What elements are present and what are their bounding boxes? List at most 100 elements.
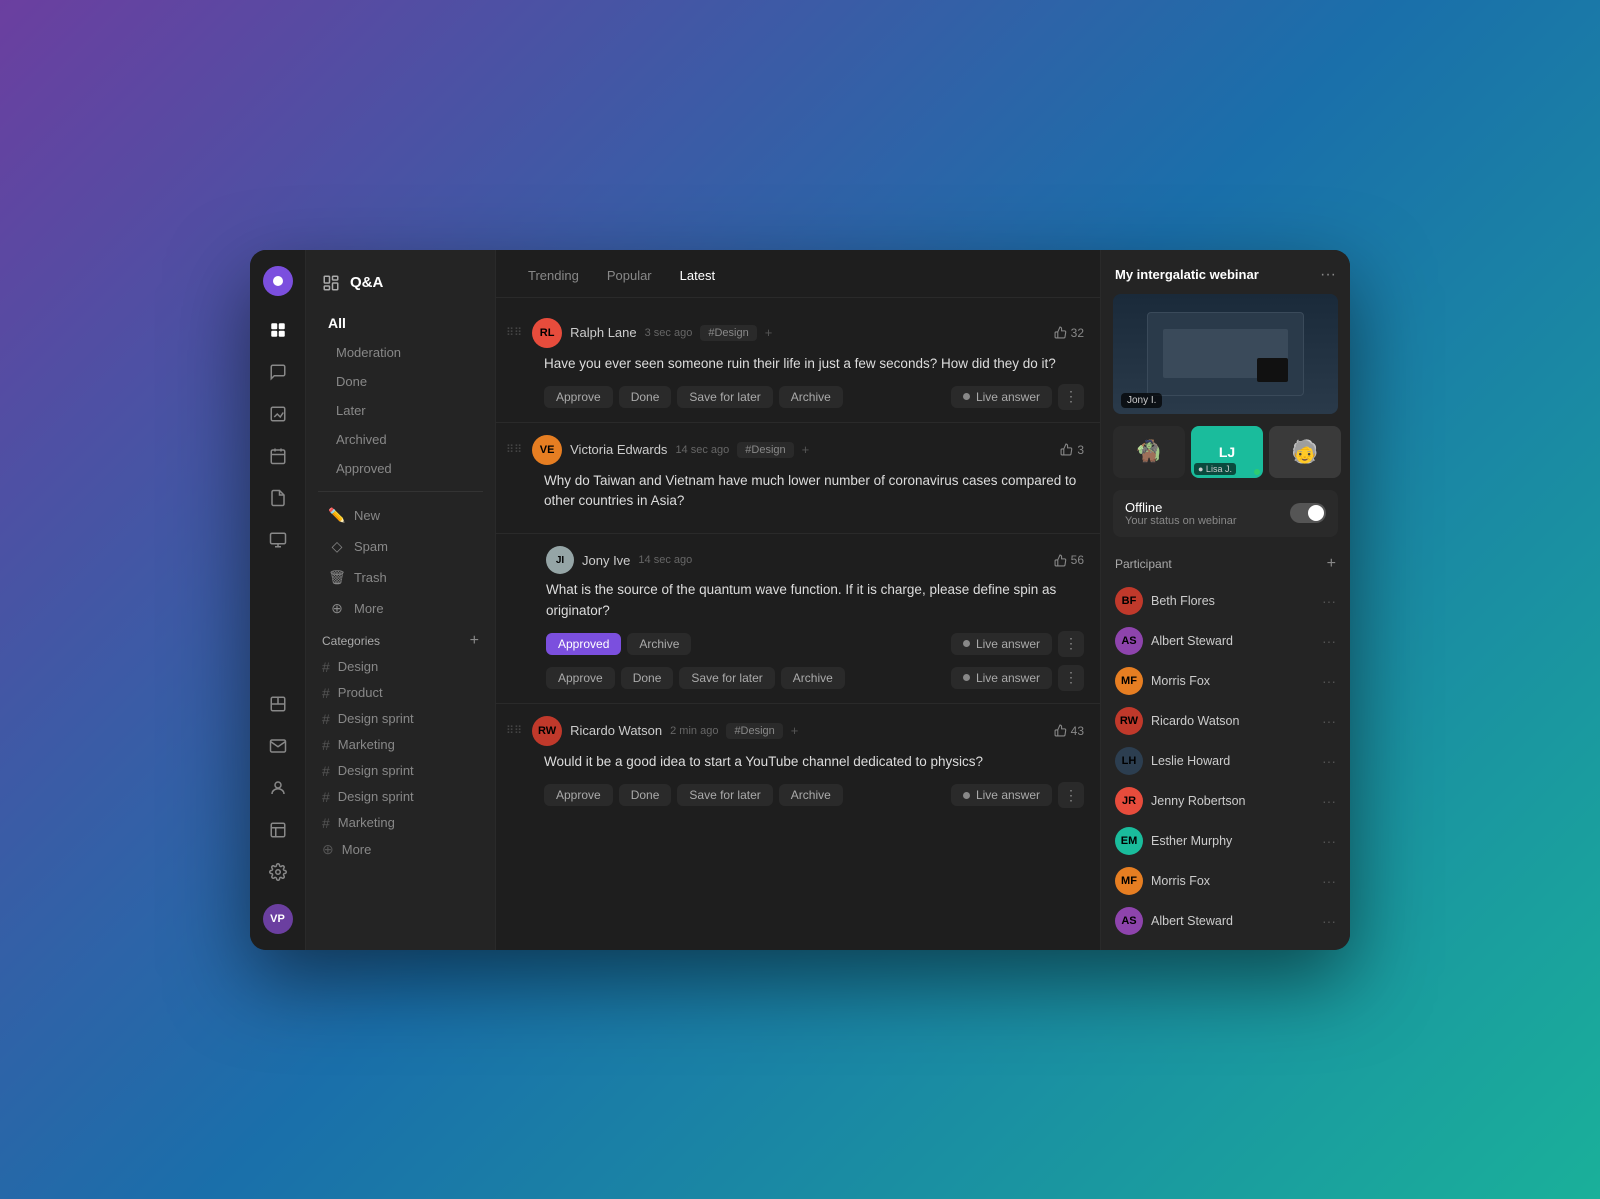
rail-icon-calendar[interactable]	[260, 438, 296, 474]
question-more-button[interactable]: ⋮	[1058, 631, 1084, 657]
live-answer-button[interactable]: Live answer	[951, 667, 1052, 689]
rail-icon-chart[interactable]	[260, 396, 296, 432]
drag-handle[interactable]: ⠿⠿	[506, 326, 522, 339]
archive-button[interactable]: Archive	[627, 633, 691, 655]
trash-icon: 🗑	[328, 569, 346, 586]
cat-item-marketing-1[interactable]: # Marketing	[306, 732, 495, 758]
sidebar-moderation-label: Moderation	[336, 345, 401, 360]
rail-icon-chat[interactable]	[260, 354, 296, 390]
tab-trending[interactable]: Trending	[516, 264, 591, 287]
cat-item-more-cat[interactable]: ⊕ More	[306, 836, 495, 863]
done-button[interactable]: Done	[619, 784, 672, 806]
participant-item: MF Morris Fox ···	[1101, 861, 1350, 901]
participant-more-button[interactable]: ···	[1322, 673, 1336, 689]
app-logo[interactable]	[263, 266, 293, 296]
sidebar-item-moderation[interactable]: Moderation	[312, 339, 489, 366]
cat-item-design[interactable]: # Design	[306, 654, 495, 680]
participant-avatar: AS	[1115, 907, 1143, 935]
live-answer-button[interactable]: Live answer	[951, 386, 1052, 408]
approve-button[interactable]: Approve	[546, 667, 615, 689]
approved-button[interactable]: Approved	[546, 633, 621, 655]
done-button[interactable]: Done	[621, 667, 674, 689]
thumbs-up-icon	[1054, 554, 1067, 567]
add-tag-button[interactable]: +	[802, 442, 810, 457]
participant-more-button[interactable]: ···	[1322, 833, 1336, 849]
cat-item-design-sprint-2[interactable]: # Design sprint	[306, 758, 495, 784]
participant-avatar: MF	[1115, 667, 1143, 695]
live-answer-button[interactable]: Live answer	[951, 633, 1052, 655]
sidebar-item-approved[interactable]: Approved	[312, 455, 489, 482]
save-for-later-button[interactable]: Save for later	[679, 667, 774, 689]
rail-icon-qa[interactable]	[260, 312, 296, 348]
sidebar-item-spam[interactable]: ◇ Spam	[312, 532, 489, 561]
add-tag-button[interactable]: +	[791, 723, 799, 738]
drag-handle[interactable]: ⠿⠿	[506, 724, 522, 737]
webinar-title: My intergalatic webinar	[1115, 267, 1259, 282]
questions-list: ⠿⠿ RL Ralph Lane 3 sec ago #Design + 32 …	[496, 298, 1100, 950]
participant-section-label: Participant	[1115, 557, 1172, 571]
categories-add-button[interactable]: +	[470, 632, 479, 650]
question-actions: Approve Done Save for later Archive Live…	[544, 782, 1084, 808]
save-for-later-button[interactable]: Save for later	[677, 386, 772, 408]
question-tag[interactable]: #Design	[726, 723, 782, 739]
add-tag-button[interactable]: +	[765, 325, 773, 340]
cat-item-marketing-2[interactable]: # Marketing	[306, 810, 495, 836]
sidebar-spam-label: Spam	[354, 539, 388, 554]
question-item: JI Jony Ive 14 sec ago 56 What is the so…	[496, 534, 1100, 704]
more-icon: ⊕	[328, 600, 346, 617]
sidebar-item-trash[interactable]: 🗑 Trash	[312, 563, 489, 592]
sidebar-more-label: More	[354, 601, 384, 616]
sidebar-item-more[interactable]: ⊕ More	[312, 594, 489, 623]
participant-more-button[interactable]: ···	[1322, 593, 1336, 609]
participant-more-button[interactable]: ···	[1322, 793, 1336, 809]
question-more-button[interactable]: ⋮	[1058, 384, 1084, 410]
participant-more-button[interactable]: ···	[1322, 873, 1336, 889]
tab-latest[interactable]: Latest	[668, 264, 727, 287]
done-button[interactable]: Done	[619, 386, 672, 408]
approve-button[interactable]: Approve	[544, 386, 613, 408]
participant-more-button[interactable]: ···	[1322, 633, 1336, 649]
question-author: Ricardo Watson	[570, 723, 662, 738]
archive-button[interactable]: Archive	[779, 386, 843, 408]
sidebar-item-done[interactable]: Done	[312, 368, 489, 395]
participant-item: AS Albert Steward ···	[1101, 621, 1350, 661]
question-more-button[interactable]: ⋮	[1058, 782, 1084, 808]
cat-item-design-sprint-1[interactable]: # Design sprint	[306, 706, 495, 732]
participant-more-button[interactable]: ···	[1322, 913, 1336, 929]
archive-button[interactable]: Archive	[781, 667, 845, 689]
live-answer-button[interactable]: Live answer	[951, 784, 1052, 806]
participant-more-button[interactable]: ···	[1322, 713, 1336, 729]
tab-popular[interactable]: Popular	[595, 264, 664, 287]
participant-more-button[interactable]: ···	[1322, 753, 1336, 769]
thumbs-up-icon	[1054, 326, 1067, 339]
sidebar-item-all[interactable]: All	[312, 309, 489, 337]
rail-icon-layout[interactable]	[260, 812, 296, 848]
thumbnail-2[interactable]: LJ ● Lisa J.	[1191, 426, 1263, 478]
approve-button[interactable]: Approve	[544, 784, 613, 806]
thumbnail-3[interactable]: 🧓	[1269, 426, 1341, 478]
sidebar-item-new[interactable]: ✏️ New	[312, 501, 489, 530]
participant-avatar: LH	[1115, 747, 1143, 775]
question-tag[interactable]: #Design	[737, 442, 793, 458]
sidebar-item-later[interactable]: Later	[312, 397, 489, 424]
offline-toggle[interactable]	[1290, 503, 1326, 523]
user-avatar[interactable]: VP	[263, 904, 293, 934]
archive-button[interactable]: Archive	[779, 784, 843, 806]
rail-icon-settings[interactable]	[260, 854, 296, 890]
save-for-later-button[interactable]: Save for later	[677, 784, 772, 806]
cat-item-product[interactable]: # Product	[306, 680, 495, 706]
drag-handle[interactable]: ⠿⠿	[506, 443, 522, 456]
participant-add-button[interactable]: +	[1327, 555, 1336, 573]
thumbnail-1[interactable]: 🧌	[1113, 426, 1185, 478]
rail-icon-grid2[interactable]	[260, 686, 296, 722]
sidebar-item-archived[interactable]: Archived	[312, 426, 489, 453]
rail-icon-doc[interactable]	[260, 480, 296, 516]
rail-icon-person[interactable]	[260, 770, 296, 806]
question-more-button[interactable]: ⋮	[1058, 665, 1084, 691]
rail-icon-monitor[interactable]	[260, 522, 296, 558]
rail-icon-mail[interactable]	[260, 728, 296, 764]
participant-name: Ricardo Watson	[1151, 714, 1314, 728]
question-tag[interactable]: #Design	[700, 325, 756, 341]
cat-item-design-sprint-3[interactable]: # Design sprint	[306, 784, 495, 810]
webinar-more-button[interactable]: ···	[1320, 266, 1336, 284]
